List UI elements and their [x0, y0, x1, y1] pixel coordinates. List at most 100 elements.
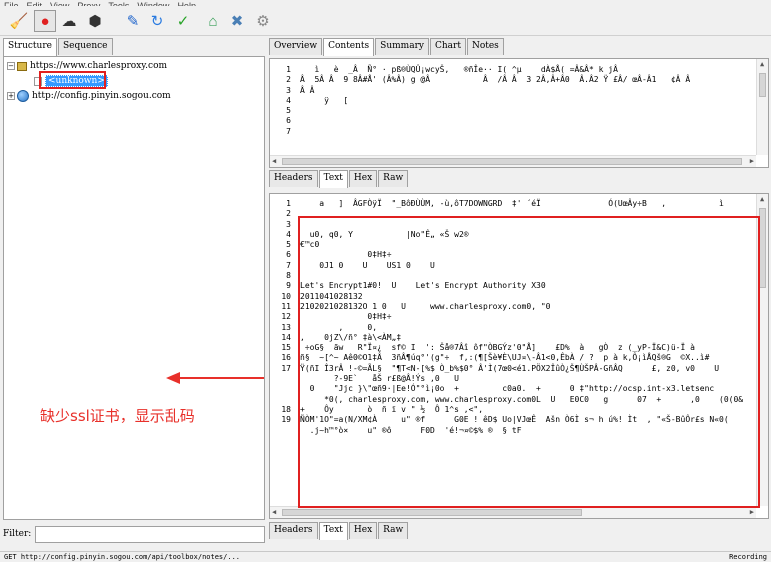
line-number: 8 — [286, 271, 291, 281]
tab-text[interactable]: Text — [318, 170, 348, 188]
lock-icon — [17, 61, 27, 71]
line-number: 10 — [281, 291, 291, 301]
scroll-thumb[interactable] — [759, 208, 766, 288]
request-body-pane[interactable]: 1234567 ì è _Â Ñ° · pß®ÙQÛ¡wcyŠ, ®ñÎe·· … — [269, 58, 769, 168]
request-text: ì è _Â Ñ° · pß®ÙQÛ¡wcyŠ, ®ñÎe·· I( ^µ dÀ… — [300, 65, 690, 137]
red-arrow-icon — [166, 372, 264, 384]
line-number: 5 — [286, 106, 291, 116]
refresh-icon[interactable]: ↻ — [146, 10, 168, 32]
line-number: 13 — [281, 322, 291, 332]
scroll-left-icon[interactable]: ◀ — [272, 509, 276, 516]
record-icon[interactable]: ● — [34, 10, 56, 32]
code-line: Â 5Â Â 9 8Â#Å' (Â%Â) g @Â Â /Â Â 3 2Â,Â+… — [300, 75, 691, 85]
line-number: 11 — [281, 301, 291, 311]
line-number: 14 — [281, 332, 291, 342]
tab-summary[interactable]: Summary — [375, 38, 429, 55]
settings-icon[interactable]: ⚙ — [252, 10, 274, 32]
right-tabs: Overview Contents Summary Chart Notes — [269, 38, 505, 56]
code-line: Â Â — [300, 85, 315, 95]
line-number: 4 — [286, 229, 291, 239]
tree-node-sogou[interactable]: + http://config.pinyin.sogou.com — [7, 90, 171, 102]
filter-label: Filter: — [3, 529, 32, 539]
line-number — [270, 384, 294, 394]
status-url: GET http://config.pinyin.sogou.com/api/t… — [4, 553, 241, 561]
host-label: https://www.charlesproxy.com — [30, 61, 168, 71]
tab-raw[interactable]: Raw — [378, 522, 409, 539]
globe-icon — [17, 90, 29, 102]
toolbar: 🧹 ● ☁ ⬢ ✎ ↻ ✓ ⌂ ✖ ⚙ — [0, 6, 771, 36]
scroll-thumb[interactable] — [759, 73, 766, 97]
scroll-right-icon[interactable]: ▶ — [750, 158, 754, 165]
line-number: 7 — [286, 260, 291, 270]
annotation-text: 缺少ssl证书，显示乱码 — [40, 407, 195, 425]
line-number: 5 — [286, 240, 291, 250]
right-panel: Overview Contents Summary Chart Notes 12… — [269, 38, 769, 548]
tab-hex[interactable]: Hex — [348, 170, 378, 187]
tree-node-charlesproxy[interactable]: − https://www.charlesproxy.com — [7, 61, 167, 71]
highlight-box — [298, 216, 760, 508]
tools-icon[interactable]: ✖ — [226, 10, 248, 32]
filter-row: Filter: — [3, 524, 265, 544]
tab-overview[interactable]: Overview — [269, 38, 323, 55]
tab-structure[interactable]: Structure — [3, 38, 57, 56]
line-number: 9 — [286, 281, 291, 291]
basket-icon[interactable]: ⌂ — [202, 10, 224, 32]
tab-contents[interactable]: Contents — [323, 38, 375, 56]
tab-notes[interactable]: Notes — [466, 38, 504, 55]
pen-icon[interactable]: ✎ — [122, 10, 144, 32]
throttle-icon[interactable]: ☁ — [58, 10, 80, 32]
structure-tree: − https://www.charlesproxy.com <unknown>… — [3, 56, 265, 520]
scroll-up-icon[interactable]: ▲ — [760, 196, 764, 203]
line-number: 18 — [281, 404, 291, 414]
tab-text[interactable]: Text — [318, 522, 348, 540]
left-tabs: Structure Sequence — [3, 38, 114, 56]
line-number-gutter: 1 2 3 4 5 6 7 8 9 10 11 12 13 14 15 16 17 18 19 — [270, 199, 294, 446]
line-number: 15 — [281, 343, 291, 353]
response-view-tabs: Headers Text Hex Raw — [269, 522, 409, 540]
host-label: http://config.pinyin.sogou.com — [32, 91, 171, 101]
recording-status: Recording — [729, 553, 767, 561]
line-number — [270, 374, 294, 384]
tab-hex[interactable]: Hex — [348, 522, 378, 539]
tab-headers[interactable]: Headers — [269, 170, 318, 187]
highlight-box — [39, 71, 106, 89]
scroll-right-icon[interactable]: ▶ — [750, 509, 754, 516]
check-icon[interactable]: ✓ — [172, 10, 194, 32]
tab-headers[interactable]: Headers — [269, 522, 318, 539]
code-line: ÿ [ — [300, 95, 349, 105]
line-number: 17 — [281, 363, 291, 373]
tab-sequence[interactable]: Sequence — [57, 38, 113, 55]
line-number: 16 — [281, 353, 291, 363]
broom-icon[interactable]: 🧹 — [8, 10, 30, 32]
scroll-thumb[interactable] — [282, 509, 582, 516]
collapse-icon[interactable]: − — [7, 62, 15, 70]
code-line: a ] ÂGFÒÿÏ "_BôÐÙÙM, -ù,ôT7DOWNGRD ‡' ´é… — [300, 199, 734, 208]
tab-chart[interactable]: Chart — [429, 38, 466, 55]
stop-breakpoints-icon[interactable]: ⬢ — [84, 10, 106, 32]
left-panel: Structure Sequence − https://www.charles… — [3, 38, 265, 548]
scroll-left-icon[interactable]: ◀ — [272, 158, 276, 165]
response-body-pane[interactable]: 1 2 3 4 5 6 7 8 9 10 11 12 13 14 15 16 17 18 19 a ] ÂGFÒÿ… — [269, 193, 769, 519]
line-number: 2 — [286, 209, 291, 219]
scroll-up-icon[interactable]: ▲ — [760, 61, 764, 68]
tab-raw[interactable]: Raw — [378, 170, 409, 187]
horizontal-scrollbar[interactable]: ◀ ▶ — [270, 155, 756, 167]
expand-icon[interactable]: + — [7, 92, 15, 100]
line-number: 4 — [286, 95, 291, 105]
filter-input[interactable] — [35, 525, 265, 543]
code-line: ì è _Â Ñ° · pß®ÙQÛ¡wcyŠ, ®ñÎe·· I( ^µ dÀ… — [300, 65, 618, 74]
line-number: 3 — [286, 219, 291, 229]
vertical-scrollbar[interactable]: ▲ — [756, 59, 768, 155]
line-number: 6 — [286, 250, 291, 260]
line-number: 7 — [286, 126, 291, 136]
request-view-tabs: Headers Text Hex Raw — [269, 170, 409, 188]
line-number: 1 — [286, 65, 291, 74]
scroll-thumb[interactable] — [282, 158, 742, 165]
status-bar: GET http://config.pinyin.sogou.com/api/t… — [0, 551, 771, 562]
line-number: 3 — [286, 85, 291, 95]
line-number: 12 — [281, 312, 291, 322]
line-number — [270, 426, 294, 436]
